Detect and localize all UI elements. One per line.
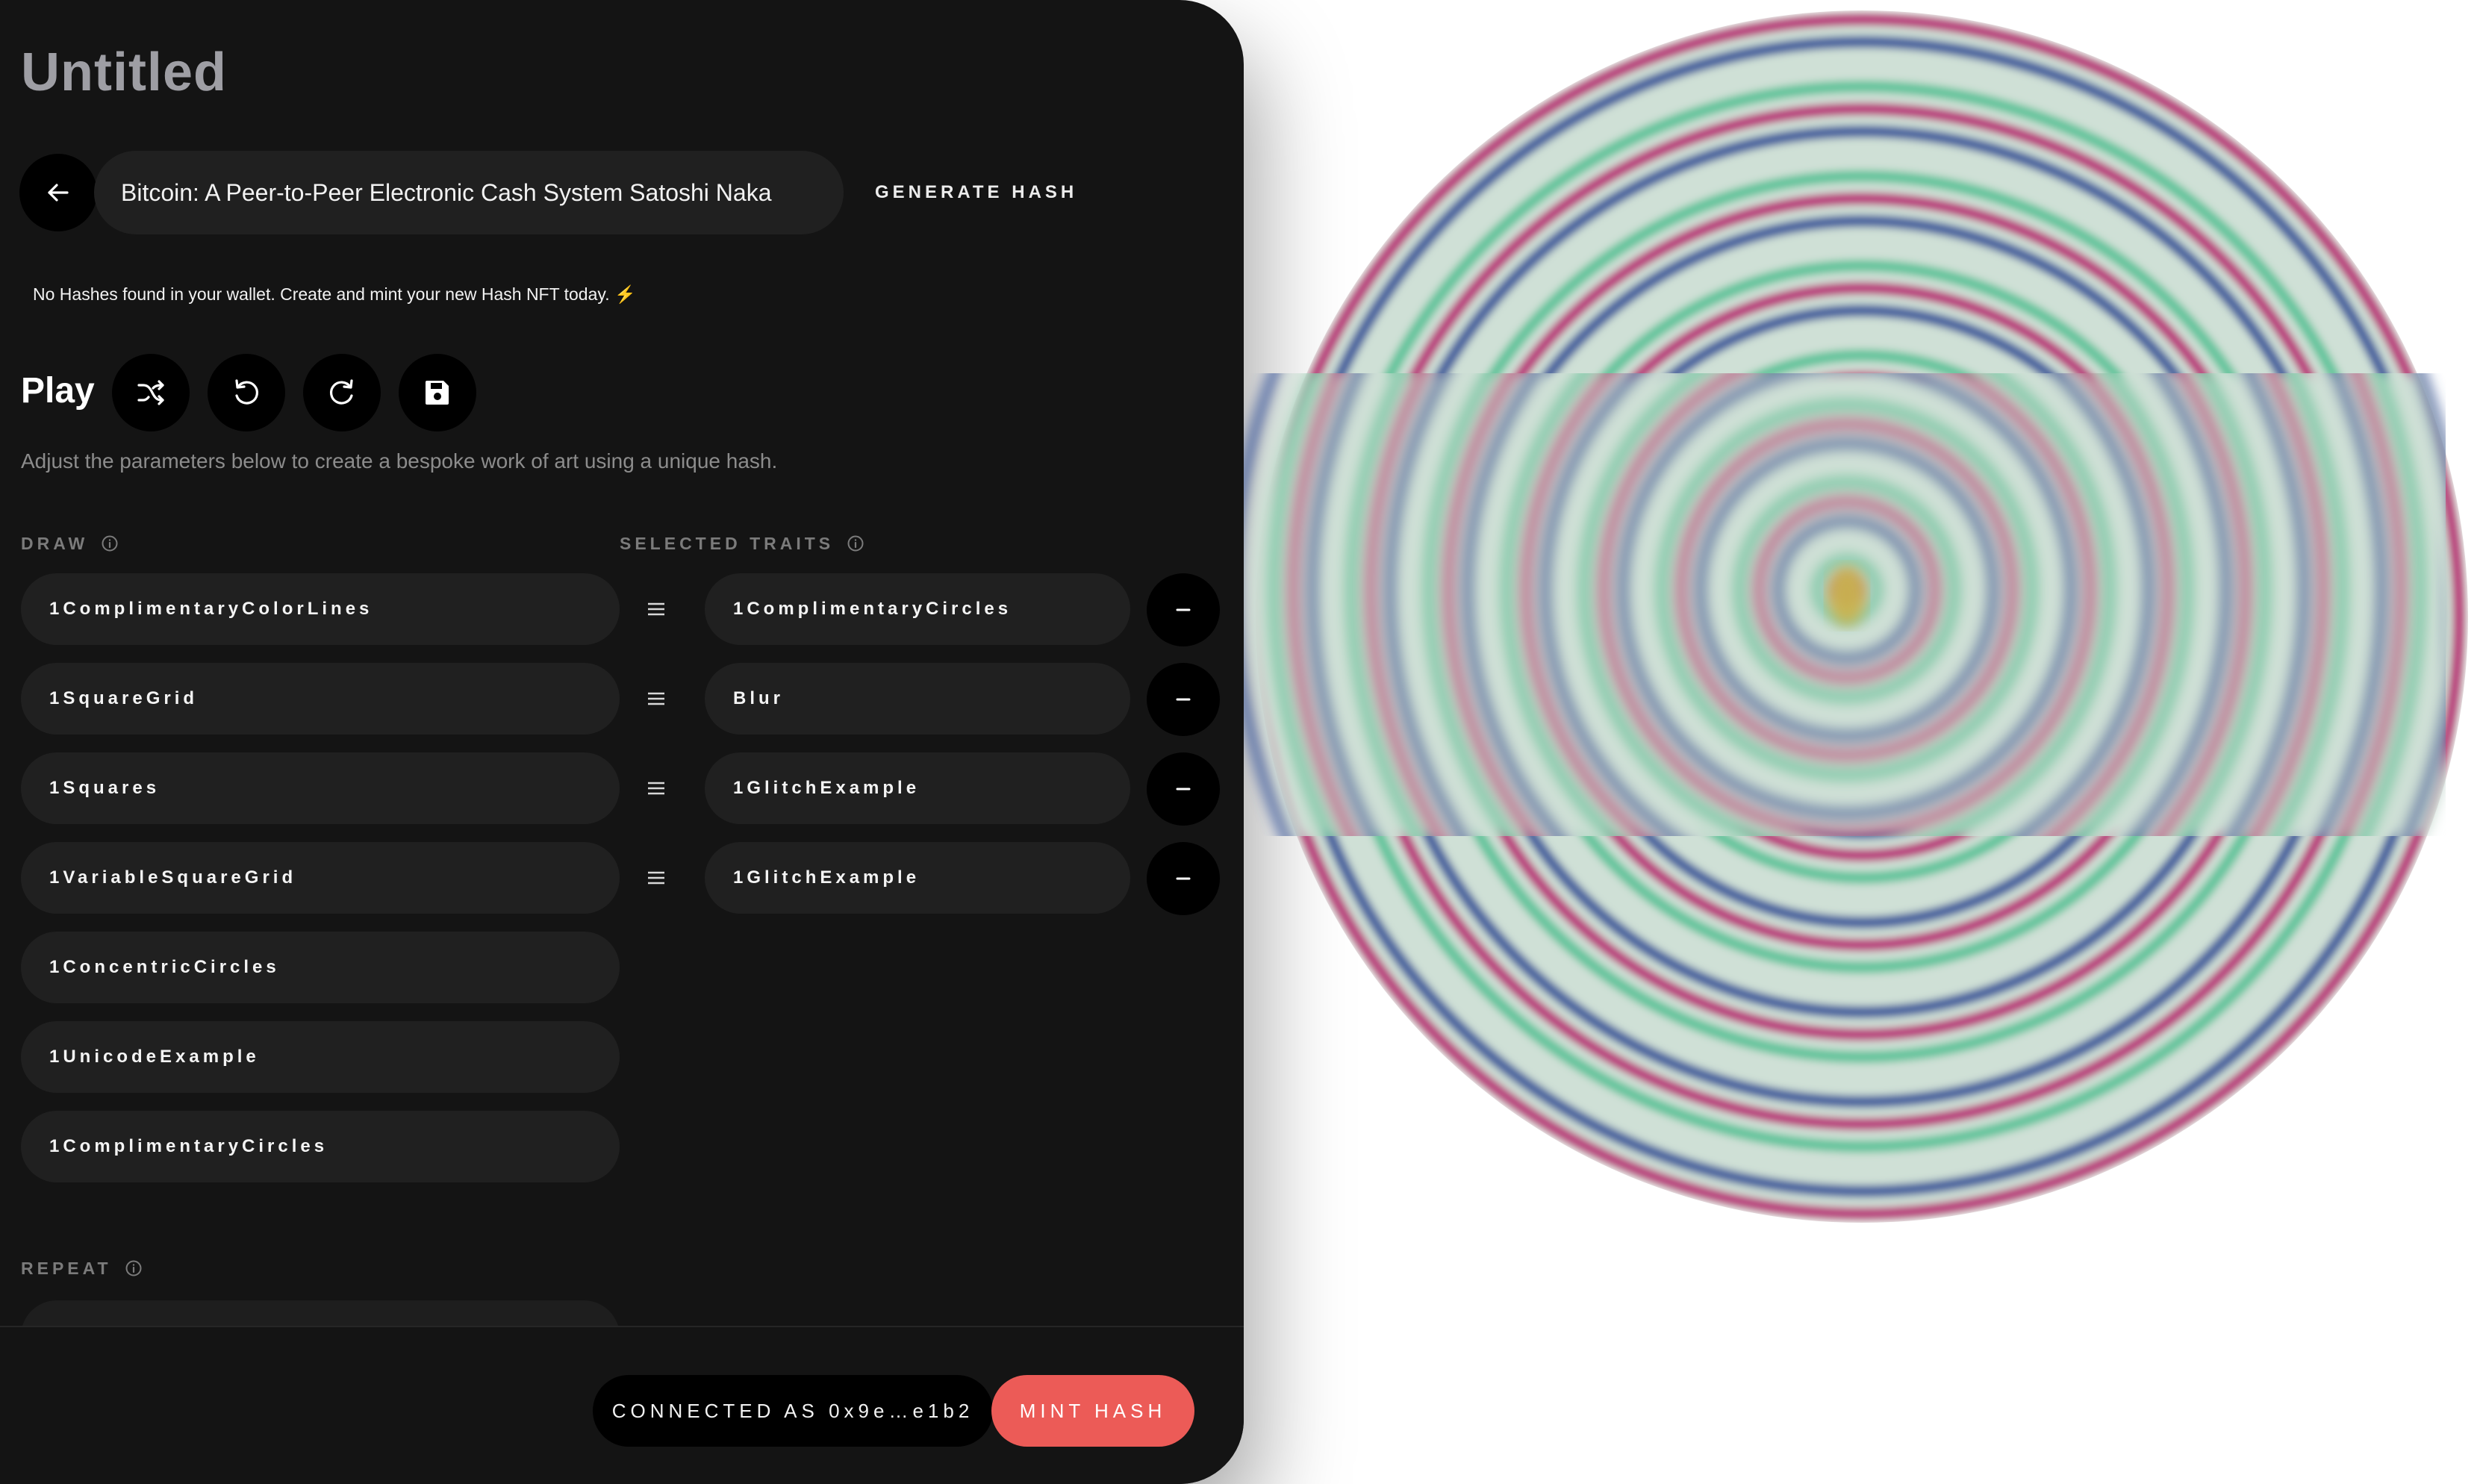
- drag-handle-icon[interactable]: [647, 780, 666, 796]
- back-button[interactable]: [19, 154, 97, 231]
- drag-handle-icon[interactable]: [647, 870, 666, 886]
- draw-item[interactable]: 1ComplimentaryColorLines: [21, 573, 620, 645]
- editor-panel: Untitled GENERATE HASH No Hashes found i…: [0, 0, 1244, 1484]
- arrow-left-icon: [48, 184, 69, 202]
- draw-label-text: DRAW: [21, 534, 89, 553]
- info-icon[interactable]: [102, 535, 118, 552]
- draw-item[interactable]: 1SquareGrid: [21, 663, 620, 735]
- drag-handle-icon[interactable]: [647, 601, 666, 617]
- wallet-connected-button[interactable]: CONNECTED AS 0x9e…e1b2: [593, 1375, 993, 1447]
- selected-trait-item[interactable]: 1ComplimentaryCircles: [705, 573, 1130, 645]
- selected-trait-item[interactable]: 1GlitchExample: [705, 842, 1130, 914]
- repeat-label-text: REPEAT: [21, 1259, 112, 1278]
- play-description: Adjust the parameters below to create a …: [21, 449, 778, 473]
- remove-trait-button[interactable]: [1147, 573, 1220, 646]
- repeat-section-label: REPEAT: [21, 1257, 142, 1279]
- draw-item[interactable]: 1UnicodeExample: [21, 1021, 620, 1093]
- shuffle-icon: [137, 380, 164, 405]
- redo-icon: [329, 379, 353, 405]
- lightning-icon: ⚡: [614, 284, 636, 304]
- remove-trait-button[interactable]: [1147, 663, 1220, 736]
- wallet-notice-text: No Hashes found in your wallet. Create a…: [33, 284, 610, 304]
- play-heading: Play: [21, 371, 95, 411]
- hash-input[interactable]: [94, 151, 844, 234]
- undo-button[interactable]: [208, 354, 285, 431]
- draw-item[interactable]: 1ComplimentaryCircles: [21, 1111, 620, 1182]
- wallet-notice: No Hashes found in your wallet. Create a…: [33, 282, 636, 306]
- selected-trait-item[interactable]: 1GlitchExample: [705, 752, 1130, 824]
- selected-traits-label-text: SELECTED TRAITS: [620, 534, 835, 553]
- undo-icon: [235, 379, 259, 405]
- shuffle-button[interactable]: [112, 354, 190, 431]
- draw-section-label: DRAW: [21, 532, 118, 555]
- save-icon: [426, 381, 449, 405]
- draw-item[interactable]: 1VariableSquareGrid: [21, 842, 620, 914]
- remove-trait-button[interactable]: [1147, 842, 1220, 915]
- minus-icon: [1176, 698, 1191, 701]
- selected-trait-item[interactable]: Blur: [705, 663, 1130, 735]
- draw-item[interactable]: 1ConcentricCircles: [21, 932, 620, 1003]
- save-button[interactable]: [399, 354, 476, 431]
- artwork-preview: [1244, 10, 2468, 1223]
- minus-icon: [1176, 877, 1191, 880]
- redo-button[interactable]: [303, 354, 381, 431]
- mint-hash-button[interactable]: MINT HASH: [991, 1375, 1194, 1447]
- minus-icon: [1176, 608, 1191, 611]
- draw-item[interactable]: 1Squares: [21, 752, 620, 824]
- drag-handle-icon[interactable]: [647, 690, 666, 707]
- generate-hash-button[interactable]: GENERATE HASH: [875, 172, 1077, 213]
- minus-icon: [1176, 788, 1191, 791]
- info-icon[interactable]: [847, 535, 864, 552]
- info-icon[interactable]: [125, 1260, 142, 1276]
- remove-trait-button[interactable]: [1147, 752, 1220, 826]
- page-title: Untitled: [21, 43, 227, 102]
- selected-traits-section-label: SELECTED TRAITS: [620, 532, 864, 555]
